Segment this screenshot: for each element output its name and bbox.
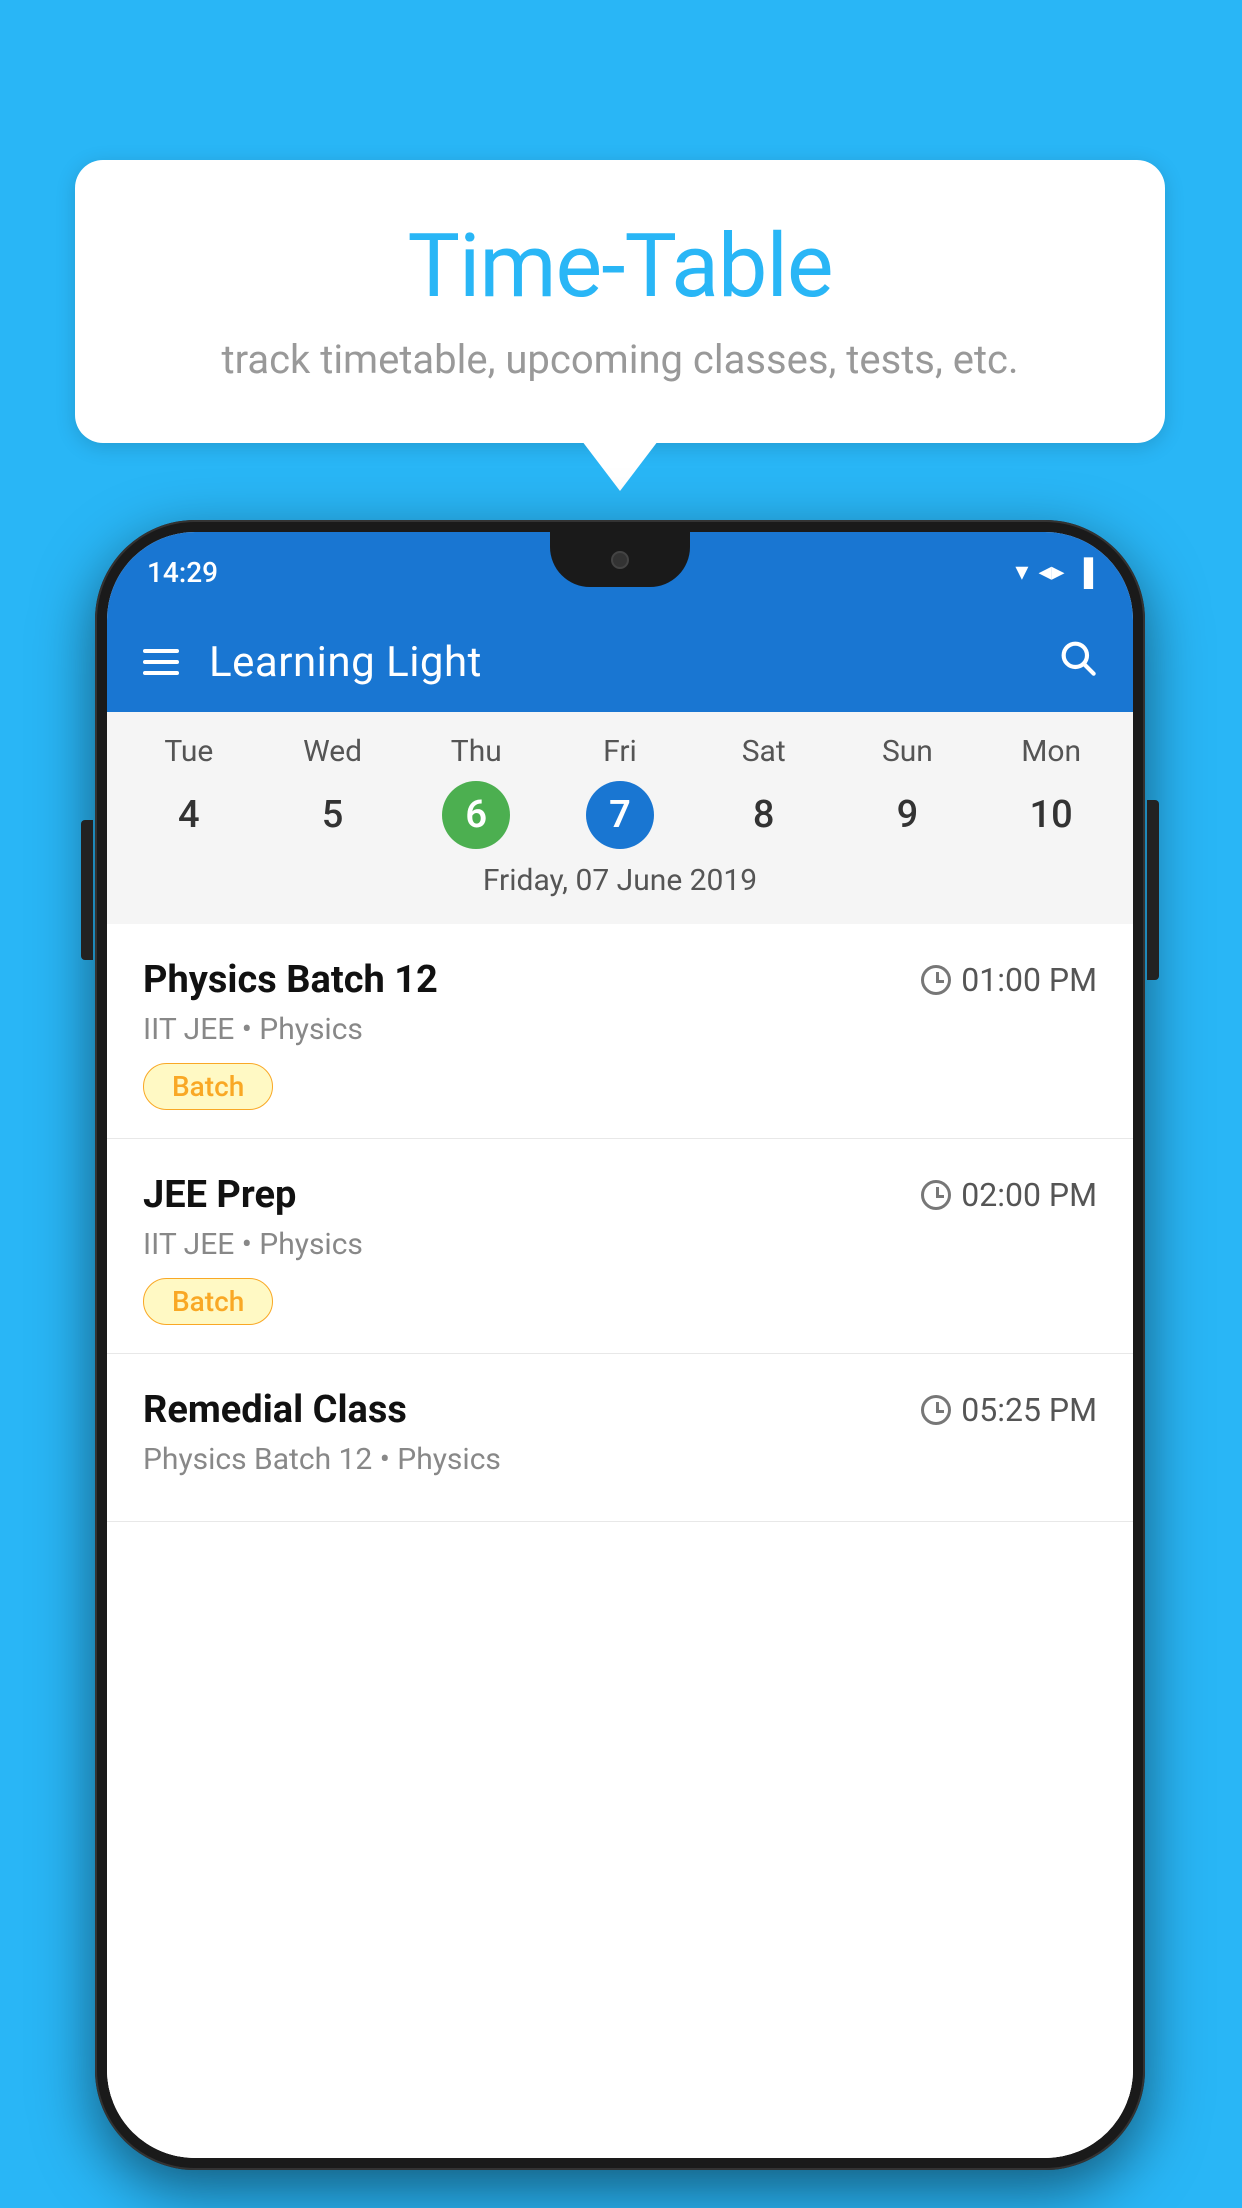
item-3-title: Remedial Class [143,1388,407,1432]
item-2-category: IIT JEE • Physics [143,1227,1097,1262]
day-fri: Fri [548,734,692,769]
phone-outer: 14:29 ▾ ◂▸ ▐ Learning Light [95,520,1145,2170]
day-wed: Wed [261,734,405,769]
app-title: Learning Light [209,638,1027,687]
day-numbers: 4 5 6 7 8 9 10 [117,781,1123,849]
phone-wrapper: 14:29 ▾ ◂▸ ▐ Learning Light [95,520,1145,2170]
item-2-time: 02:00 PM [921,1176,1097,1214]
hamburger-menu-icon[interactable] [143,649,179,675]
day-thu: Thu [404,734,548,769]
phone-inner: 14:29 ▾ ◂▸ ▐ Learning Light [107,532,1133,2158]
speech-bubble: Time-Table track timetable, upcoming cla… [75,160,1165,443]
signal-icon: ◂▸ [1038,557,1064,587]
wifi-icon: ▾ [1015,557,1028,587]
calendar-strip: Tue Wed Thu Fri Sat Sun Mon 4 5 6 7 8 [107,712,1133,924]
item-3-time-text: 05:25 PM [961,1391,1097,1429]
item-2-badge: Batch [143,1278,273,1325]
item-1-badge: Batch [143,1063,273,1110]
date-8[interactable]: 8 [730,781,798,849]
phone-content: Tue Wed Thu Fri Sat Sun Mon 4 5 6 7 8 [107,712,1133,2158]
day-sat: Sat [692,734,836,769]
item-2-title: JEE Prep [143,1173,296,1217]
item-1-time: 01:00 PM [921,961,1097,999]
date-9[interactable]: 9 [873,781,941,849]
day-mon: Mon [979,734,1123,769]
status-time: 14:29 [147,556,218,589]
selected-date-label: Friday, 07 June 2019 [117,863,1123,914]
schedule-item-2[interactable]: JEE Prep 02:00 PM IIT JEE • Physics Batc… [107,1139,1133,1354]
search-icon[interactable] [1057,637,1097,687]
clock-icon-3 [921,1395,951,1425]
item-1-title: Physics Batch 12 [143,958,438,1002]
schedule-item-1[interactable]: Physics Batch 12 01:00 PM IIT JEE • Phys… [107,924,1133,1139]
app-bar: Learning Light [107,612,1133,712]
status-bar: 14:29 ▾ ◂▸ ▐ [107,532,1133,612]
item-2-time-text: 02:00 PM [961,1176,1097,1214]
day-headers: Tue Wed Thu Fri Sat Sun Mon [117,734,1123,769]
schedule-list: Physics Batch 12 01:00 PM IIT JEE • Phys… [107,924,1133,2158]
item-3-category: Physics Batch 12 • Physics [143,1442,1097,1477]
schedule-item-3[interactable]: Remedial Class 05:25 PM Physics Batch 12… [107,1354,1133,1522]
date-7-selected[interactable]: 7 [586,781,654,849]
date-5[interactable]: 5 [299,781,367,849]
day-tue: Tue [117,734,261,769]
status-icons: ▾ ◂▸ ▐ [1015,557,1093,588]
schedule-item-3-top: Remedial Class 05:25 PM [143,1388,1097,1432]
clock-icon-1 [921,965,951,995]
date-4[interactable]: 4 [155,781,223,849]
item-1-time-text: 01:00 PM [961,961,1097,999]
battery-icon: ▐ [1075,557,1093,588]
day-sun: Sun [836,734,980,769]
schedule-item-1-top: Physics Batch 12 01:00 PM [143,958,1097,1002]
notch-cutout [550,532,690,587]
item-3-time: 05:25 PM [921,1391,1097,1429]
bubble-title: Time-Table [135,215,1105,318]
date-6-today[interactable]: 6 [442,781,510,849]
date-10[interactable]: 10 [1017,781,1085,849]
camera-dot [611,551,629,569]
item-1-category: IIT JEE • Physics [143,1012,1097,1047]
bubble-subtitle: track timetable, upcoming classes, tests… [135,336,1105,383]
clock-icon-2 [921,1180,951,1210]
schedule-item-2-top: JEE Prep 02:00 PM [143,1173,1097,1217]
